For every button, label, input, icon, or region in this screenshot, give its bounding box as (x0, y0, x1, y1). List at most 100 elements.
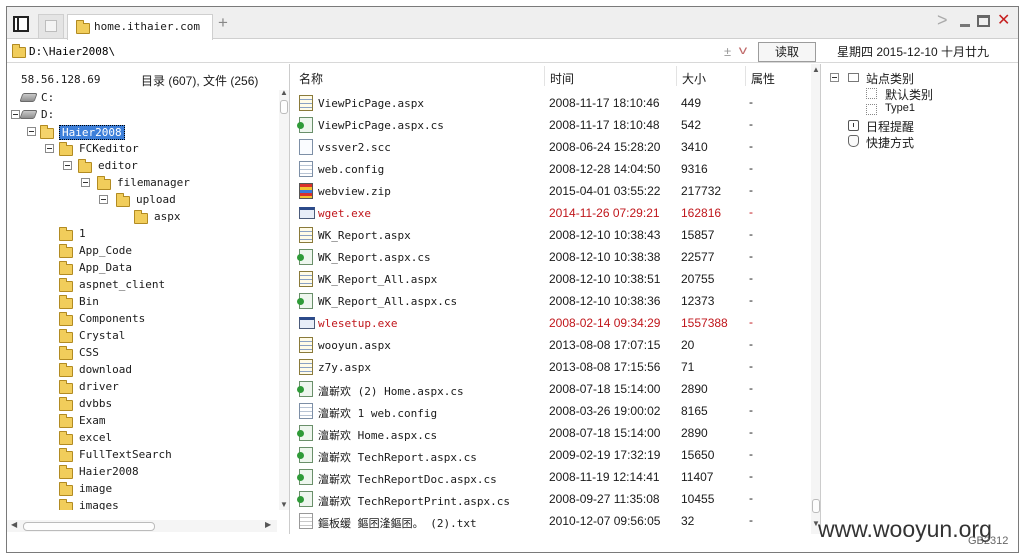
file-row[interactable]: wlesetup.exe 2008-02-14 09:34:29 1557388 - (290, 312, 810, 334)
forward-icon[interactable]: > (937, 10, 948, 31)
file-row[interactable]: ViewPicPage.aspx.cs 2008-11-17 18:10:48 54… (290, 114, 810, 136)
category-type1[interactable]: Type1 (830, 102, 1010, 118)
tree-drive[interactable]: C: (7, 90, 267, 107)
category-default[interactable]: 默认类别 (830, 86, 1010, 102)
file-row[interactable]: 澶嶄欢 (2) Home.aspx.cs 2008-07-18 15:14:00 2… (290, 378, 810, 400)
collapse-icon[interactable] (99, 195, 108, 204)
tree-folder[interactable]: App_Data (7, 260, 267, 277)
tree-folder[interactable]: App_Code (7, 243, 267, 260)
file-row[interactable]: WK_Report_All.aspx.cs 2008-12-10 10:38:36… (290, 290, 810, 312)
tree-folder[interactable]: FullTextSearch (7, 447, 267, 464)
tree-folder[interactable]: download (7, 362, 267, 379)
file-time: 2008-06-24 15:28:20 (549, 140, 661, 154)
column-header-attr[interactable]: 属性 (751, 70, 775, 87)
tree-folder[interactable]: images (7, 498, 267, 510)
shortcuts[interactable]: 快捷方式 (830, 134, 1010, 150)
tree-folder[interactable]: upload (7, 192, 267, 209)
file-row[interactable]: 澶嶄欢 TechReport.aspx.cs 2009-02-19 17:32:1… (290, 444, 810, 466)
file-row[interactable]: web.config 2008-12-28 14:04:50 9316 - (290, 158, 810, 180)
tree-folder[interactable]: Bin (7, 294, 267, 311)
close-icon[interactable]: ✕ (997, 10, 1010, 30)
category-type1-label: Type1 (885, 102, 915, 114)
scroll-down-icon[interactable]: ▼ (280, 500, 288, 509)
tree-folder[interactable]: dvbbs (7, 396, 267, 413)
tree-drive[interactable]: D: (7, 107, 267, 124)
scroll-thumb[interactable] (23, 522, 155, 531)
scroll-thumb[interactable] (812, 499, 820, 513)
file-row[interactable]: 澶嶄欢 TechReportDoc.aspx.cs 2008-11-19 12:1… (290, 466, 810, 488)
tree-folder[interactable]: filemanager (7, 175, 267, 192)
tree-folder[interactable]: 1 (7, 226, 267, 243)
file-row[interactable]: WK_Report.aspx.cs 2008-12-10 10:38:38 2257… (290, 246, 810, 268)
tree-label: C: (41, 91, 55, 104)
tab-active[interactable]: home.ithaier.com (67, 14, 213, 40)
scroll-up-icon[interactable]: ▲ (280, 88, 288, 97)
minimize-icon[interactable] (960, 24, 970, 27)
file-row[interactable]: webview.zip 2015-04-01 03:55:22 217732 - (290, 180, 810, 202)
tree-horizontal-scrollbar[interactable]: ◀ ▶ (7, 520, 277, 532)
collapse-icon[interactable] (45, 144, 54, 153)
tree-folder[interactable]: Haier2008 (7, 464, 267, 481)
tree-folder[interactable]: Components (7, 311, 267, 328)
file-row[interactable]: WK_Report_All.aspx 2008-12-10 10:38:51 207… (290, 268, 810, 290)
scroll-left-icon[interactable]: ◀ (11, 520, 17, 529)
file-row[interactable]: 澶嶄欢 Home.aspx.cs 2008-07-18 15:14:00 2890 - (290, 422, 810, 444)
column-header-name[interactable]: 名称 (299, 70, 323, 87)
file-time: 2008-11-17 18:10:46 (549, 96, 660, 110)
collapse-icon[interactable] (81, 178, 90, 187)
aspx-file-icon (299, 271, 313, 287)
maximize-icon[interactable] (977, 15, 990, 27)
schedule-reminder[interactable]: 日程提醒 (830, 118, 1010, 134)
site-panel: 站点类别 默认类别 Type1 日程提醒 快捷方式 (820, 64, 1018, 534)
column-divider[interactable] (544, 66, 545, 86)
tree-folder[interactable]: driver (7, 379, 267, 396)
tree-folder[interactable]: aspnet_client (7, 277, 267, 294)
tree-folder[interactable]: aspx (7, 209, 267, 226)
bookmark-toggle-icon[interactable]: ± (724, 44, 731, 59)
file-row[interactable]: z7y.aspx 2013-08-08 17:15:56 71 - (290, 356, 810, 378)
file-row[interactable]: wget.exe 2014-11-26 07:29:21 162816 - (290, 202, 810, 224)
scroll-thumb[interactable] (280, 100, 288, 114)
file-row[interactable]: 澶嶄欢 1 web.config 2008-03-26 19:00:02 8165 - (290, 400, 810, 422)
column-divider[interactable] (745, 66, 746, 86)
file-row[interactable]: 澶嶄欢 TechReportPrint.aspx.cs 2008-09-27 11… (290, 488, 810, 510)
scroll-right-icon[interactable]: ▶ (265, 520, 271, 529)
tree-folder[interactable]: CSS (7, 345, 267, 362)
tree-folder[interactable]: Crystal (7, 328, 267, 345)
read-button[interactable]: 读取 (758, 42, 816, 62)
new-tab-button[interactable]: + (218, 13, 228, 33)
tree-folder[interactable]: Exam (7, 413, 267, 430)
cs-file-icon (297, 293, 313, 309)
chevron-down-icon[interactable]: v (739, 43, 747, 57)
tree-folder[interactable]: excel (7, 430, 267, 447)
collapse-icon[interactable] (63, 161, 72, 170)
tree-label: Exam (79, 414, 106, 427)
collapse-icon[interactable] (830, 73, 839, 82)
sidebar-toggle-icon[interactable] (13, 16, 29, 32)
file-size: 3410 (681, 140, 708, 154)
scroll-up-icon[interactable]: ▲ (812, 65, 820, 74)
file-row[interactable]: wooyun.aspx 2013-08-08 17:07:15 20 - (290, 334, 810, 356)
folder-icon (116, 193, 130, 207)
tree-vertical-scrollbar[interactable]: ▲ ▼ (279, 88, 289, 510)
tree-label: CSS (79, 346, 99, 359)
column-header-size[interactable]: 大小 (682, 70, 706, 87)
file-row[interactable]: WK_Report.aspx 2008-12-10 10:38:43 15857 - (290, 224, 810, 246)
column-divider[interactable] (676, 66, 677, 86)
tree-label: upload (136, 193, 176, 206)
collapse-icon[interactable] (27, 127, 36, 136)
file-name: 澶嶄欢 1 web.config (318, 407, 438, 420)
tree-folder[interactable]: image (7, 481, 267, 498)
site-category-group[interactable]: 站点类别 (830, 70, 1010, 86)
tree-folder[interactable]: Haier2008 (7, 124, 267, 141)
tree-folder[interactable]: FCKeditor (7, 141, 267, 158)
file-row[interactable]: 鏂板缓 鏂囨湰鏂囨。 (2).txt 2010-12-07 09:56:05 32 - (290, 510, 810, 532)
tree-folder[interactable]: editor (7, 158, 267, 175)
file-row[interactable]: ViewPicPage.aspx 2008-11-17 18:10:46 449 - (290, 92, 810, 114)
column-header-time[interactable]: 时间 (550, 70, 574, 87)
file-row[interactable]: vssver2.scc 2008-06-24 15:28:20 3410 - (290, 136, 810, 158)
path-input[interactable] (29, 43, 729, 60)
tab-blank[interactable] (38, 14, 64, 38)
file-attr: - (749, 491, 753, 505)
aspx-file-icon (299, 337, 313, 353)
